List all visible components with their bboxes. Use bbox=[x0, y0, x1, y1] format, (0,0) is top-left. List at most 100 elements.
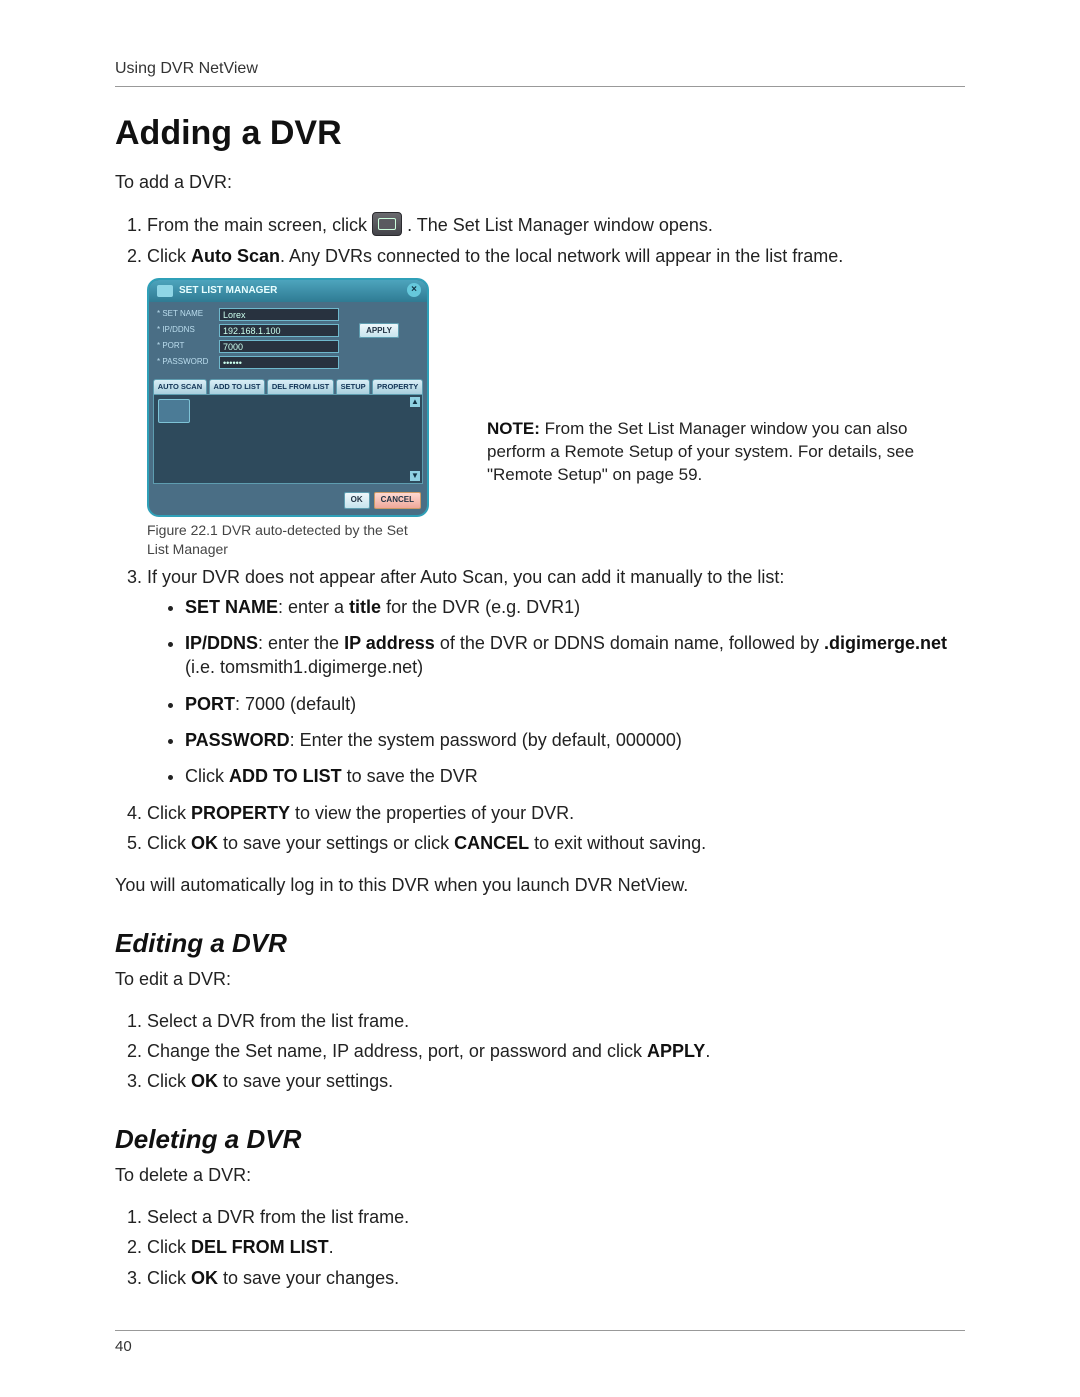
del-s3-bold: OK bbox=[191, 1268, 218, 1288]
edit-s3-b: to save your settings. bbox=[218, 1071, 393, 1091]
scroll-down-icon[interactable]: ▼ bbox=[410, 471, 420, 481]
scroll-up-icon[interactable]: ▲ bbox=[410, 397, 420, 407]
step5-bold2: CANCEL bbox=[454, 833, 529, 853]
heading-adding-a-dvr: Adding a DVR bbox=[115, 111, 965, 157]
input-setname[interactable]: Lorex bbox=[219, 308, 339, 321]
edit-s3-bold: OK bbox=[191, 1071, 218, 1091]
del-dvr-intro: To delete a DVR: bbox=[115, 1163, 965, 1187]
del-dvr-steps: Select a DVR from the list frame. Click … bbox=[115, 1205, 965, 1290]
slm-titlebar: SET LIST MANAGER × bbox=[149, 280, 427, 302]
tab-property[interactable]: PROPERTY bbox=[372, 379, 423, 394]
header-rule bbox=[115, 86, 965, 87]
slm-form: * SET NAME Lorex * IP/DDNS 192.168.1.100… bbox=[149, 302, 427, 379]
set-list-manager-window: SET LIST MANAGER × * SET NAME Lorex * IP… bbox=[147, 278, 429, 516]
bullet-pass-bold: PASSWORD bbox=[185, 730, 290, 750]
step-2-b: . Any DVRs connected to the local networ… bbox=[280, 246, 843, 266]
bullet-addlist-b: to save the DVR bbox=[342, 766, 478, 786]
step-1-text-a: From the main screen, click bbox=[147, 215, 372, 235]
edit-s2-bold: APPLY bbox=[647, 1041, 705, 1061]
step5-bold1: OK bbox=[191, 833, 218, 853]
tab-del-from-list[interactable]: DEL FROM LIST bbox=[267, 379, 334, 394]
set-list-manager-icon bbox=[372, 212, 402, 236]
edit-s3-a: Click bbox=[147, 1071, 191, 1091]
running-header: Using DVR NetView bbox=[115, 58, 965, 80]
tab-auto-scan[interactable]: AUTO SCAN bbox=[153, 379, 207, 394]
label-setname: * SET NAME bbox=[157, 309, 219, 320]
step-3-intro: If your DVR does not appear after Auto S… bbox=[147, 567, 784, 587]
edit-step-3: Click OK to save your settings. bbox=[147, 1069, 965, 1093]
step-2-bold: Auto Scan bbox=[191, 246, 280, 266]
tab-setup[interactable]: SETUP bbox=[336, 379, 370, 394]
ok-button[interactable]: OK bbox=[344, 492, 370, 509]
step-2: Click Auto Scan. Any DVRs connected to t… bbox=[147, 244, 965, 559]
note-column: NOTE: From the Set List Manager window y… bbox=[487, 278, 965, 558]
add-dvr-closing: You will automatically log in to this DV… bbox=[115, 873, 965, 897]
footer-rule bbox=[115, 1330, 965, 1331]
tab-add-to-list[interactable]: ADD TO LIST bbox=[209, 379, 265, 394]
input-password[interactable]: •••••• bbox=[219, 356, 339, 369]
dvr-thumbnail-icon[interactable] bbox=[158, 399, 190, 423]
bullet-port-bold: PORT bbox=[185, 694, 235, 714]
edit-dvr-intro: To edit a DVR: bbox=[115, 967, 965, 991]
add-dvr-steps: From the main screen, click . The Set Li… bbox=[115, 213, 965, 855]
bullet-port-txt: : 7000 (default) bbox=[235, 694, 356, 714]
close-icon[interactable]: × bbox=[407, 283, 421, 297]
step-3: If your DVR does not appear after Auto S… bbox=[147, 565, 965, 789]
step-1-text-b: . The Set List Manager window opens. bbox=[407, 215, 713, 235]
step-2-a: Click bbox=[147, 246, 191, 266]
add-dvr-intro: To add a DVR: bbox=[115, 170, 965, 194]
page-number: 40 bbox=[115, 1337, 965, 1357]
label-ipddns: * IP/DDNS bbox=[157, 325, 219, 336]
step4-bold: PROPERTY bbox=[191, 803, 290, 823]
step4-b: to view the properties of your DVR. bbox=[290, 803, 574, 823]
bullet-setname-a: : enter a bbox=[278, 597, 349, 617]
bullet-setname-bold: SET NAME bbox=[185, 597, 278, 617]
edit-step-2: Change the Set name, IP address, port, o… bbox=[147, 1039, 965, 1063]
edit-s2-a: Change the Set name, IP address, port, o… bbox=[147, 1041, 647, 1061]
slm-logo-icon bbox=[157, 285, 173, 297]
cancel-button[interactable]: CANCEL bbox=[374, 492, 421, 509]
bullet-port: PORT: 7000 (default) bbox=[185, 692, 965, 716]
step-1: From the main screen, click . The Set Li… bbox=[147, 213, 965, 238]
bullet-ip-c: (i.e. tomsmith1.digimerge.net) bbox=[185, 657, 423, 677]
bullet-ip-b: of the DVR or DDNS domain name, followed… bbox=[435, 633, 824, 653]
step-5: Click OK to save your settings or click … bbox=[147, 831, 965, 855]
figure-column: SET LIST MANAGER × * SET NAME Lorex * IP… bbox=[147, 278, 427, 558]
step5-b: to save your settings or click bbox=[218, 833, 454, 853]
label-password: * PASSWORD bbox=[157, 357, 219, 368]
label-port: * PORT bbox=[157, 341, 219, 352]
slm-title-text: SET LIST MANAGER bbox=[179, 284, 277, 298]
del-s3-b: to save your changes. bbox=[218, 1268, 399, 1288]
bullet-ip-addr: IP address bbox=[344, 633, 435, 653]
del-s2-bold: DEL FROM LIST bbox=[191, 1237, 329, 1257]
del-s2-a: Click bbox=[147, 1237, 191, 1257]
bullet-addlist-bold: ADD TO LIST bbox=[229, 766, 342, 786]
edit-dvr-steps: Select a DVR from the list frame. Change… bbox=[115, 1009, 965, 1094]
bullet-addtolist: Click ADD TO LIST to save the DVR bbox=[185, 764, 965, 788]
edit-step-1: Select a DVR from the list frame. bbox=[147, 1009, 965, 1033]
page-footer: 40 bbox=[115, 1330, 965, 1357]
slm-tab-row: AUTO SCAN ADD TO LIST DEL FROM LIST SETU… bbox=[149, 379, 427, 394]
step-3-bullets: SET NAME: enter a title for the DVR (e.g… bbox=[147, 595, 965, 789]
del-step-1: Select a DVR from the list frame. bbox=[147, 1205, 965, 1229]
del-step-2: Click DEL FROM LIST. bbox=[147, 1235, 965, 1259]
del-step-3: Click OK to save your changes. bbox=[147, 1266, 965, 1290]
del-s3-a: Click bbox=[147, 1268, 191, 1288]
apply-button[interactable]: APPLY bbox=[359, 323, 399, 338]
input-port[interactable]: 7000 bbox=[219, 340, 339, 353]
slm-list-pane: ▲ ▼ bbox=[153, 394, 423, 484]
bullet-setname-b: for the DVR (e.g. DVR1) bbox=[381, 597, 580, 617]
step-4: Click PROPERTY to view the properties of… bbox=[147, 801, 965, 825]
del-s2-b: . bbox=[329, 1237, 334, 1257]
step5-c: to exit without saving. bbox=[529, 833, 706, 853]
bullet-setname-title: title bbox=[349, 597, 381, 617]
input-ipddns[interactable]: 192.168.1.100 bbox=[219, 324, 339, 337]
note-text: From the Set List Manager window you can… bbox=[487, 419, 914, 484]
bullet-addlist-a: Click bbox=[185, 766, 229, 786]
bullet-pass-txt: : Enter the system password (by default,… bbox=[290, 730, 682, 750]
figure-note-row: SET LIST MANAGER × * SET NAME Lorex * IP… bbox=[147, 278, 965, 558]
heading-deleting-a-dvr: Deleting a DVR bbox=[115, 1122, 965, 1157]
bullet-ip-domain: .digimerge.net bbox=[824, 633, 947, 653]
bullet-ip-a: : enter the bbox=[258, 633, 344, 653]
figure-caption: Figure 22.1 DVR auto-detected by the Set… bbox=[147, 521, 427, 559]
